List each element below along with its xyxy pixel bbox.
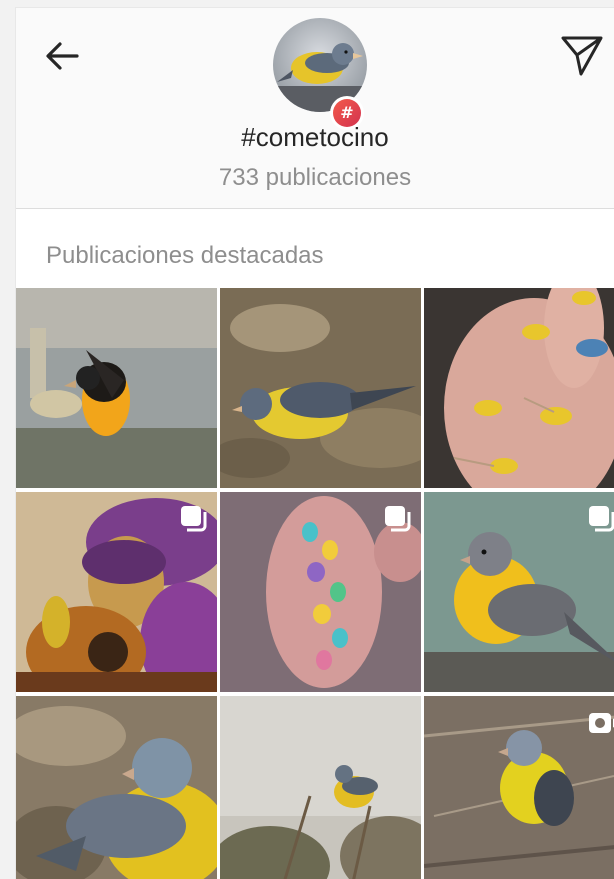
post-count: 733 publicaciones xyxy=(218,164,412,191)
multiple-photos-icon xyxy=(385,506,411,532)
post-photo xyxy=(16,288,217,488)
video-icon xyxy=(589,713,614,733)
hashtag-header: # #cometocino 733 publicaciones xyxy=(16,8,614,209)
post-thumbnail[interactable] xyxy=(220,696,421,879)
post-photo xyxy=(220,288,421,488)
multiple-photos-icon xyxy=(589,506,614,532)
post-thumbnail[interactable] xyxy=(220,492,421,692)
hashtag-title: #cometocino xyxy=(241,122,389,152)
share-button[interactable] xyxy=(556,30,608,82)
back-button[interactable] xyxy=(42,36,82,76)
post-photo xyxy=(424,696,614,879)
post-photo xyxy=(424,288,614,488)
arrow-left-icon xyxy=(46,42,79,70)
screen: # #cometocino 733 publicaciones Publicac… xyxy=(16,8,614,879)
post-thumbnail[interactable] xyxy=(16,696,217,879)
paper-plane-icon xyxy=(561,36,603,76)
hashtag-avatar: # xyxy=(273,18,373,130)
post-thumbnail[interactable] xyxy=(424,492,614,692)
post-thumbnail[interactable] xyxy=(424,696,614,879)
multiple-photos-icon xyxy=(181,506,207,532)
post-thumbnail[interactable] xyxy=(424,288,614,488)
post-photo xyxy=(220,696,421,879)
post-photo xyxy=(424,492,614,692)
post-thumbnail[interactable] xyxy=(16,492,217,692)
featured-posts-title: Publicaciones destacadas xyxy=(46,242,324,269)
post-thumbnail[interactable] xyxy=(16,288,217,488)
post-thumbnail[interactable] xyxy=(220,288,421,488)
post-photo xyxy=(16,696,217,879)
